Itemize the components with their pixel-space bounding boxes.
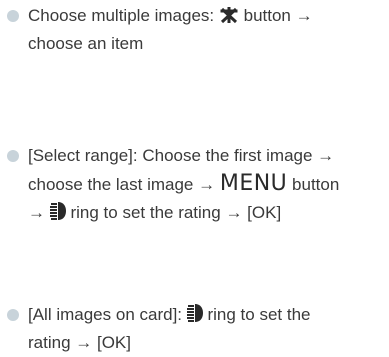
bullet-icon xyxy=(7,150,19,162)
text-segment: ring to set the rating → [OK] xyxy=(70,203,282,222)
bullet-icon xyxy=(7,10,19,22)
text-segment: button → xyxy=(243,6,313,25)
text-line: Choose multiple images: button → xyxy=(28,2,388,30)
text-segment: button xyxy=(292,175,340,194)
text-line: choose an item xyxy=(28,34,144,53)
text-segment: [All images on card]: xyxy=(28,305,183,324)
text-line: rating → [OK] xyxy=(28,333,131,352)
list-item-text: [All images on card]: ring to set the ra… xyxy=(28,301,388,357)
text-segment: ring to set the xyxy=(207,305,311,324)
text-segment: → xyxy=(28,203,45,222)
control-ring-icon xyxy=(49,202,66,220)
text-line: → ring to set the rating → [OK] xyxy=(28,199,388,227)
bullet-icon xyxy=(7,309,19,321)
list-item-text: Choose multiple images: button → choose … xyxy=(28,2,388,58)
menu-button-label: MENU xyxy=(219,171,288,196)
text-line: [Select range]: Choose the first image → xyxy=(28,146,335,165)
text-segment: choose the last image → xyxy=(28,175,216,194)
text-line: [All images on card]: ring to set the xyxy=(28,301,388,329)
text-line: choose the last image → MENU button xyxy=(28,170,388,199)
control-ring-icon xyxy=(186,304,203,322)
list-item-text: [Select range]: Choose the first image →… xyxy=(28,142,388,227)
asterisk-icon xyxy=(220,7,238,24)
text-segment: Choose multiple images: xyxy=(28,6,215,25)
